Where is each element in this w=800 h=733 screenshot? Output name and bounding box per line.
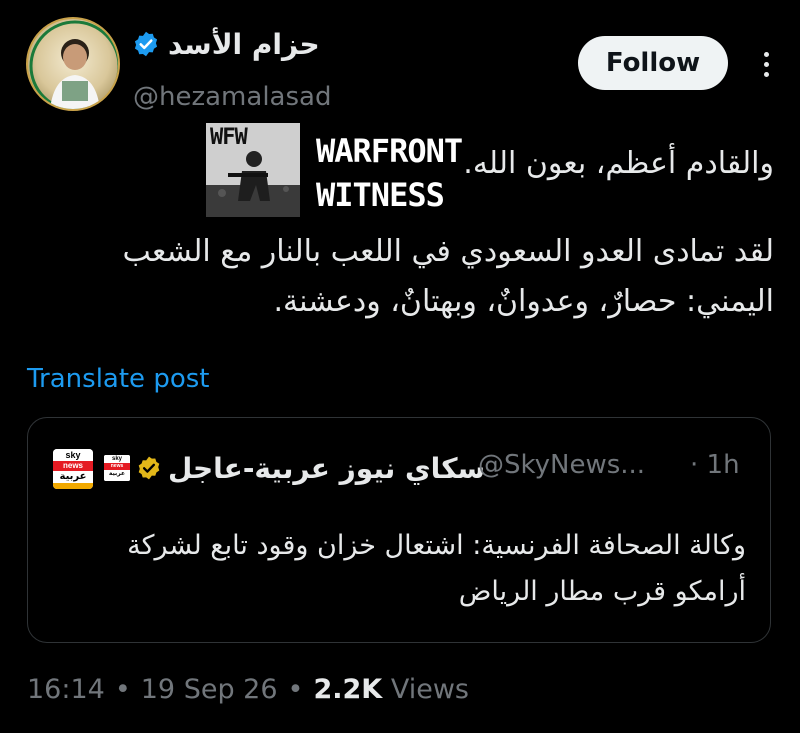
more-dot bbox=[763, 71, 769, 77]
affiliate-badge-icon: sky news عربية bbox=[104, 455, 130, 481]
views-count: 2.2K bbox=[313, 674, 383, 705]
quoted-post-time[interactable]: · 1h bbox=[690, 450, 740, 480]
views-label: Views bbox=[390, 674, 469, 705]
sky-logo-bottom: عربية bbox=[53, 471, 93, 483]
post-date[interactable]: 19 Sep 26 bbox=[141, 674, 278, 705]
translate-post-link[interactable]: Translate post bbox=[27, 364, 209, 394]
sky-logo-mid: news bbox=[53, 461, 93, 471]
post-meta: 16:14 • 19 Sep 26 • 2.2K Views bbox=[27, 674, 469, 705]
follow-button[interactable]: Follow bbox=[578, 36, 728, 90]
author-display-name[interactable]: حزام الأسد bbox=[168, 28, 320, 61]
quoted-text-line-1: وكالة الصحافة الفرنسية: اشتعال خزان وقود… bbox=[127, 530, 746, 561]
post-text-line-1: والقادم أعظم، بعون الله. bbox=[463, 146, 774, 181]
quoted-author-row[interactable]: سكاي نيوز عربية-عاجل sky news عربية bbox=[104, 447, 485, 489]
post-time[interactable]: 16:14 bbox=[27, 674, 105, 705]
more-vertical-icon[interactable] bbox=[748, 44, 784, 84]
meta-separator: • bbox=[114, 674, 131, 705]
wfw-badge: WFW bbox=[210, 125, 248, 150]
verified-gold-badge-icon bbox=[138, 456, 160, 480]
affiliate-badge-mid: news bbox=[104, 463, 130, 470]
quoted-author-handle[interactable]: @SkyNews... bbox=[478, 450, 645, 480]
post-text-line-2: لقد تمادى العدو السعودي في اللعب بالنار … bbox=[122, 234, 774, 269]
author-name-row[interactable]: حزام الأسد bbox=[132, 24, 320, 64]
affiliate-badge-bottom: عربية bbox=[104, 470, 130, 481]
warfront-label: WARFRONT bbox=[316, 132, 463, 170]
meta-separator: • bbox=[287, 674, 304, 705]
more-dot bbox=[763, 51, 769, 57]
post-text-line-3: اليمني: حصارٌ، وعدوانٌ، وبهتانٌ، ودعشنة. bbox=[273, 284, 774, 319]
avatar-image bbox=[29, 20, 118, 109]
quoted-author-name[interactable]: سكاي نيوز عربية-عاجل bbox=[168, 452, 485, 485]
sky-logo-top: sky bbox=[53, 449, 93, 461]
quoted-text-line-2: أرامكو قرب مطار الرياض bbox=[458, 576, 746, 607]
author-handle[interactable]: @hezamalasad bbox=[133, 82, 331, 112]
avatar[interactable] bbox=[26, 17, 120, 111]
skynews-arabia-avatar[interactable]: sky news عربية bbox=[53, 449, 93, 489]
verified-badge-icon bbox=[134, 31, 158, 57]
affiliate-badge-top: sky bbox=[104, 455, 130, 463]
witness-label: WITNESS bbox=[316, 176, 445, 214]
more-dot bbox=[763, 61, 769, 67]
sky-logo-sub bbox=[53, 483, 93, 489]
warfront-witness-emoji-image: WFW bbox=[206, 123, 300, 217]
